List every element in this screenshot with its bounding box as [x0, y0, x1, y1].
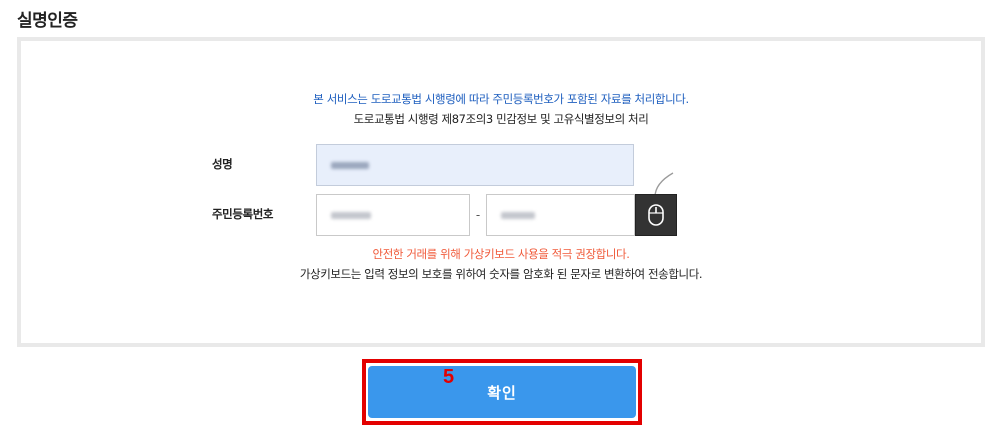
- legal-notice: 본 서비스는 도로교통법 시행령에 따라 주민등록번호가 포함된 자료를 처리합…: [313, 92, 689, 106]
- rrn-label: 주민등록번호: [212, 207, 274, 221]
- name-input[interactable]: [316, 144, 634, 186]
- rrn-separator: -: [475, 208, 481, 222]
- rrn-back-input[interactable]: [486, 194, 635, 236]
- verification-panel: 본 서비스는 도로교통법 시행령에 따라 주민등록번호가 포함된 자료를 처리합…: [17, 37, 985, 347]
- page-title: 실명인증: [17, 11, 78, 31]
- virtual-keyboard-button[interactable]: [635, 194, 677, 236]
- step-marker: 5: [443, 366, 455, 388]
- rrn-front-input[interactable]: [316, 194, 470, 236]
- mouse-icon: [648, 204, 664, 226]
- masked-rrn-back-value: [501, 211, 535, 219]
- virtual-keyboard-description: 가상키보드는 입력 정보의 보호를 위하여 숫자를 암호화 된 문자로 변환하여…: [299, 267, 703, 281]
- confirm-button-label: 확인: [487, 384, 517, 402]
- masked-rrn-front-value: [331, 211, 371, 219]
- confirm-button[interactable]: 확인: [368, 366, 636, 418]
- name-label: 성명: [212, 157, 233, 171]
- masked-name-value: [331, 161, 369, 169]
- legal-reference: 도로교통법 시행령 제87조의3 민감정보 및 고유식별정보의 처리: [353, 112, 649, 126]
- virtual-keyboard-recommendation: 안전한 거래를 위해 가상키보드 사용을 적극 권장합니다.: [372, 247, 630, 261]
